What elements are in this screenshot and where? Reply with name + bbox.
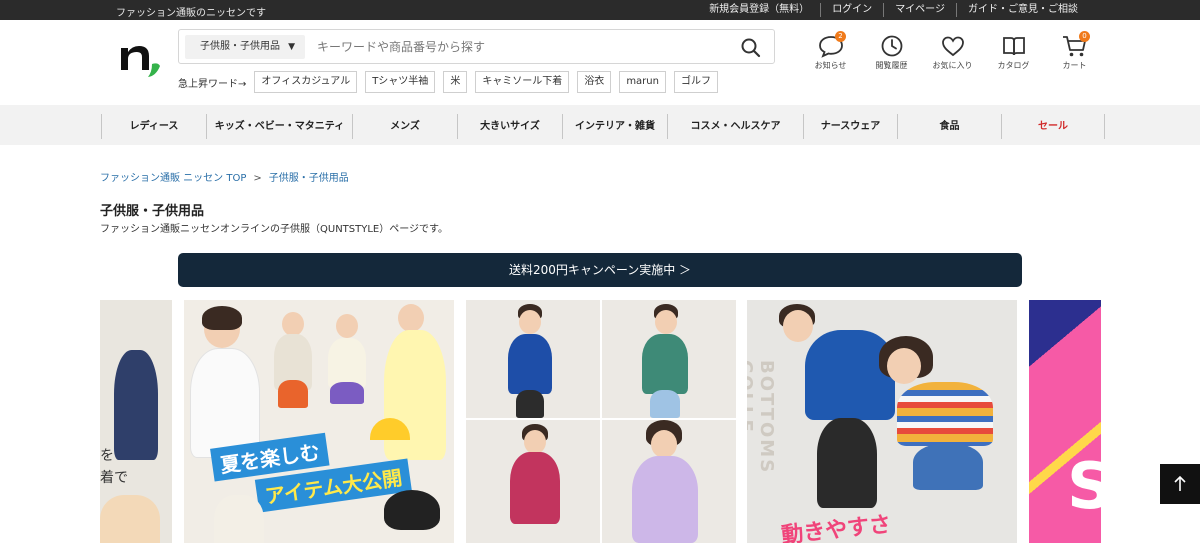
carousel-slide-bottoms-collection[interactable]: BOTTOMS COLLE 動きやすさ (747, 300, 1017, 543)
header-icons: 2 お知らせ 閲覧履歴 お気に入り カタログ 0 カート (800, 31, 1105, 71)
trending-tag[interactable]: ゴルフ (673, 71, 718, 93)
model-orange-shorts (278, 380, 308, 408)
nissen-logo[interactable] (118, 38, 162, 78)
model-shirt (328, 338, 366, 388)
model-head (887, 348, 921, 384)
catalog-label: カタログ (997, 61, 1030, 70)
page-title: 子供服・子供用品 (100, 204, 205, 219)
search-bar: 子供服・子供用品 ▼ (178, 29, 775, 64)
breadcrumb-current-link[interactable]: 子供服・子供用品 (269, 173, 349, 184)
model-blue-hoodie (805, 330, 895, 420)
category-nav: レディース キッズ・ベビー・マタニティ メンズ 大きいサイズ インテリア・雑貨 … (0, 105, 1200, 145)
nav-item-mens[interactable]: メンズ (352, 114, 457, 139)
breadcrumb-separator: > (253, 173, 262, 184)
nav-item-interior[interactable]: インテリア・雑貨 (562, 114, 667, 139)
model-dark-pants (516, 390, 544, 418)
catalog-button[interactable]: カタログ (983, 34, 1044, 71)
model-light-jeans (650, 390, 680, 418)
grid-divider (466, 418, 736, 420)
trending-label: 急上昇ワード→ (178, 78, 247, 90)
breadcrumb-home-link[interactable]: ファッション通販 ニッセン TOP (100, 173, 246, 184)
model-hair (202, 306, 242, 330)
logo-mark-icon (121, 46, 160, 77)
trending-tag[interactable]: Tシャツ半袖 (365, 71, 436, 93)
mypage-link[interactable]: マイページ (883, 3, 956, 17)
history-button[interactable]: 閲覧履歴 (861, 34, 922, 71)
carousel-slide-kids-grid[interactable] (466, 300, 736, 543)
model-head (282, 312, 304, 336)
grid-divider (600, 300, 602, 543)
search-button[interactable] (740, 37, 762, 59)
model-red-overalls (510, 452, 560, 524)
notification-count-badge: 2 (835, 31, 846, 42)
cart-count-badge: 0 (1079, 31, 1090, 42)
trending-tag[interactable]: キャミソール下着 (475, 71, 570, 93)
favorites-button[interactable]: お気に入り (922, 34, 983, 71)
favorites-label: お気に入り (932, 61, 973, 70)
nav-item-large-size[interactable]: 大きいサイズ (457, 114, 562, 139)
model-denim-shorts (913, 444, 983, 490)
trending-keywords: 急上昇ワード→ オフィスカジュアル Tシャツ半袖 米 キャミソール下着 浴衣 m… (178, 71, 726, 93)
move-easily-text: 動きやすさ (780, 512, 893, 543)
campaign-banner-button[interactable]: 送料200円キャンペーン実施中 ＞ (178, 253, 1022, 287)
model-purple-shorts (330, 382, 364, 404)
search-icon (741, 38, 761, 58)
model-head (651, 430, 677, 458)
arrow-up-icon (1174, 475, 1186, 491)
register-link[interactable]: 新規会員登録（無料） (698, 3, 820, 17)
utility-links: 新規会員登録（無料） ログイン マイページ ガイド・ご意見・ご相談 (698, 3, 1089, 17)
notification-label: お知らせ (814, 61, 847, 70)
cart-button[interactable]: 0 カート (1044, 31, 1105, 71)
model-image (214, 495, 264, 543)
history-label: 閲覧履歴 (875, 61, 908, 70)
model-head (524, 430, 546, 454)
nav-item-sale[interactable]: セール (1001, 114, 1105, 139)
model-head (336, 314, 358, 338)
search-category-select[interactable]: 子供服・子供用品 ▼ (185, 35, 305, 59)
model-head (783, 310, 813, 342)
search-input[interactable] (317, 35, 727, 59)
model-hat (384, 490, 440, 530)
chevron-down-icon: ▼ (288, 42, 295, 52)
carousel-slide-next-partial[interactable]: S (1029, 300, 1101, 543)
guide-link[interactable]: ガイド・ご意見・ご相談 (956, 3, 1089, 17)
model-blue-cardigan (508, 334, 552, 394)
clock-icon (881, 35, 902, 57)
carousel-slide-prev-partial[interactable]: を 着で (100, 300, 172, 543)
trending-tag[interactable]: marun (619, 71, 666, 93)
trending-tag[interactable]: オフィスカジュアル (254, 71, 358, 93)
model-image (114, 350, 158, 460)
slide-text-fragment: を 着で (100, 448, 128, 486)
nav-item-kids[interactable]: キッズ・ベビー・マタニティ (206, 114, 352, 139)
top-utility-bar: ファッション通販のニッセンです 新規会員登録（無料） ログイン マイページ ガイ… (0, 0, 1200, 20)
breadcrumb: ファッション通販 ニッセン TOP > 子供服・子供用品 (100, 169, 349, 184)
model-lavender-sweatshirt (632, 456, 698, 543)
model-tshirt (190, 348, 260, 458)
model-head (519, 310, 541, 334)
model-head (398, 304, 424, 332)
trending-tag[interactable]: 米 (443, 71, 468, 93)
carousel-slide-summer-items[interactable]: 夏を楽しむ アイテム大公開 (184, 300, 454, 543)
cart-label: カート (1062, 61, 1087, 70)
nav-item-cosme[interactable]: コスメ・ヘルスケア (667, 114, 803, 139)
model-black-leggings (817, 418, 877, 508)
trending-tag[interactable]: 浴衣 (577, 71, 612, 93)
login-link[interactable]: ログイン (820, 3, 883, 17)
heart-icon (941, 36, 964, 57)
book-icon (1002, 37, 1025, 56)
nav-item-food[interactable]: 食品 (897, 114, 1001, 139)
back-to-top-button[interactable] (1160, 464, 1200, 504)
page-description: ファッション通販ニッセンオンラインの子供服（QUNTSTYLE）ページです。 (100, 224, 449, 235)
model-head (655, 310, 677, 334)
notification-button[interactable]: 2 お知らせ (800, 31, 861, 71)
model-colorblock-shirt (642, 334, 688, 394)
model-striped-shirt (897, 382, 993, 446)
search-category-value: 子供服・子供用品 (200, 41, 280, 52)
model-image (100, 495, 160, 543)
bottoms-collection-vertical-text: BOTTOMS COLLE (747, 360, 777, 475)
nav-item-nurse[interactable]: ナースウェア (803, 114, 897, 139)
slide-text-fragment: S (1067, 450, 1101, 524)
site-tagline: ファッション通販のニッセンです (116, 8, 266, 19)
nav-item-ladies[interactable]: レディース (101, 114, 206, 139)
